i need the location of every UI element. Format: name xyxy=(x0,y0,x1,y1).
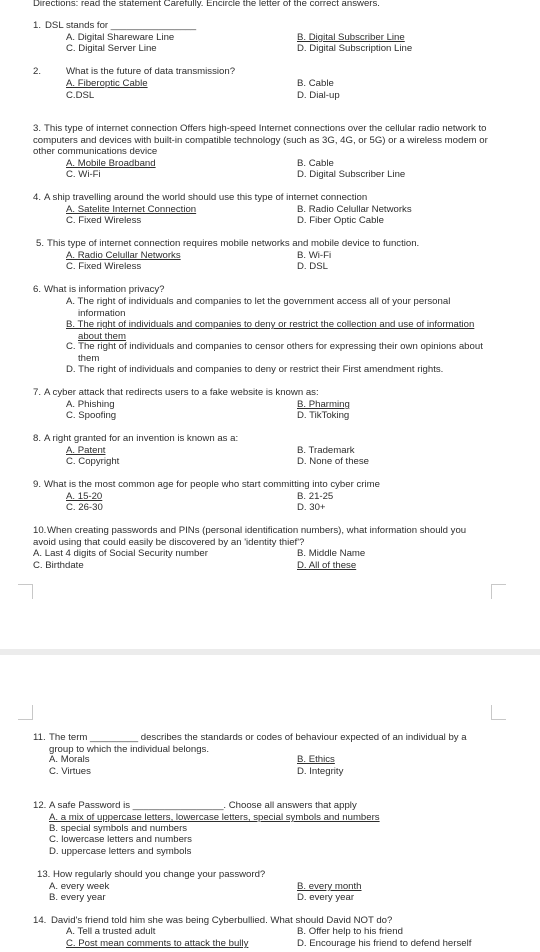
answer-option: C. 26-30 xyxy=(66,502,103,513)
answer-option: A. Last 4 digits of Social Security numb… xyxy=(33,548,208,559)
question-stem: The term _________ describes the standar… xyxy=(49,732,467,743)
answer-option: B. Middle Name xyxy=(297,548,366,559)
corner-mark xyxy=(18,705,33,720)
answer-option: A. The right of individuals and companie… xyxy=(66,296,451,307)
question-stem: What is information privacy? xyxy=(44,284,165,295)
answer-option: D. TikToking xyxy=(297,410,350,421)
answer-option: D. Fiber Optic Cable xyxy=(297,215,384,226)
answer-option-marked: B. Ethics xyxy=(297,754,335,765)
answer-option: D. every year xyxy=(297,892,355,903)
question-number: 7. xyxy=(33,387,42,398)
question-stem: What is the most common age for people w… xyxy=(44,479,380,490)
answer-option: C.DSL xyxy=(66,90,95,101)
question-stem: A ship travelling around the world shoul… xyxy=(44,192,368,203)
corner-mark xyxy=(491,705,506,720)
answer-option: C. Birthdate xyxy=(33,560,84,571)
answer-option: A. Tell a trusted adult xyxy=(66,926,156,937)
answer-option: D. DSL xyxy=(297,261,328,272)
question-stem: avoid using that could easily be discove… xyxy=(33,536,305,548)
answer-option: B. Cable xyxy=(297,78,334,89)
question-number: 13. xyxy=(37,869,51,880)
question-number: 11. xyxy=(33,732,46,743)
answer-option: D. The right of individuals and companie… xyxy=(66,364,444,375)
question-stem: A safe Password is _________________. Ch… xyxy=(49,800,357,811)
question-stem: How regularly should you change your pas… xyxy=(53,869,266,880)
answer-option-marked: A. Fiberoptic Cable xyxy=(66,78,148,89)
question-number: 14. xyxy=(33,915,47,926)
answer-option: C. Fixed Wireless xyxy=(66,261,142,272)
question-number: 12. xyxy=(33,800,47,811)
answer-option-marked: D. All of these xyxy=(297,560,357,571)
answer-option: C. Fixed Wireless xyxy=(66,215,142,226)
answer-option: D. uppercase letters and symbols xyxy=(49,846,192,857)
question-stem: computers and devices with built-in comp… xyxy=(33,134,488,146)
question-number: 9. xyxy=(33,479,42,490)
question-number: 3. xyxy=(33,123,42,134)
answer-option: C. Digital Server Line xyxy=(66,43,157,54)
question-number: 6. xyxy=(33,284,42,295)
answer-option: D. Dial-up xyxy=(297,90,340,101)
answer-option-marked: C. Post mean comments to attack the bull… xyxy=(66,938,249,949)
answer-option: C. Wi-Fi xyxy=(66,169,101,180)
question-stem: What is the future of data transmission? xyxy=(66,66,236,77)
answer-option: C. Spoofing xyxy=(66,410,117,421)
question-stem: other communications device xyxy=(33,146,158,158)
corner-mark xyxy=(491,584,506,599)
corner-mark xyxy=(18,584,33,599)
question-number: 8. xyxy=(33,433,42,444)
answer-option: information xyxy=(78,307,126,319)
page-separator xyxy=(0,649,540,655)
answer-option: C. lowercase letters and numbers xyxy=(49,834,192,845)
answer-option: D. Encourage his friend to defend hersel… xyxy=(297,938,472,949)
question-number: 10. xyxy=(33,525,47,536)
answer-option: D. None of these xyxy=(297,456,369,467)
question-number: 1. xyxy=(33,20,42,31)
answer-option-marked: B. The right of individuals and companie… xyxy=(66,319,475,330)
question-number: 5. xyxy=(36,238,45,249)
question-stem: A cyber attack that redirects users to a… xyxy=(44,387,319,398)
question-number: 4. xyxy=(33,192,42,203)
answer-option: D. 30+ xyxy=(297,502,326,513)
question-stem: When creating passwords and PINs (person… xyxy=(47,525,467,536)
answer-option: D. Digital Subscriber Line xyxy=(297,169,406,180)
question-stem: DSL stands for ________________ xyxy=(45,20,197,31)
question-stem: This type of internet connection Offers … xyxy=(44,123,487,134)
answer-option: C. Copyright xyxy=(66,456,120,467)
answer-option: D. Integrity xyxy=(297,766,344,777)
answer-option: them xyxy=(78,352,100,364)
question-stem: A right granted for an invention is know… xyxy=(44,433,239,444)
answer-option: C. The right of individuals and companie… xyxy=(66,341,483,352)
answer-option: C. Virtues xyxy=(49,766,91,777)
answer-option: A. Morals xyxy=(49,754,90,765)
directions: Directions: read the statement Carefully… xyxy=(33,0,380,9)
answer-option: B. Offer help to his friend xyxy=(297,926,403,937)
question-number: 2. xyxy=(33,66,42,77)
question-stem: This type of internet connection require… xyxy=(47,238,420,249)
answer-option: B. every year xyxy=(49,892,106,903)
answer-option: D. Digital Subscription Line xyxy=(297,43,413,54)
